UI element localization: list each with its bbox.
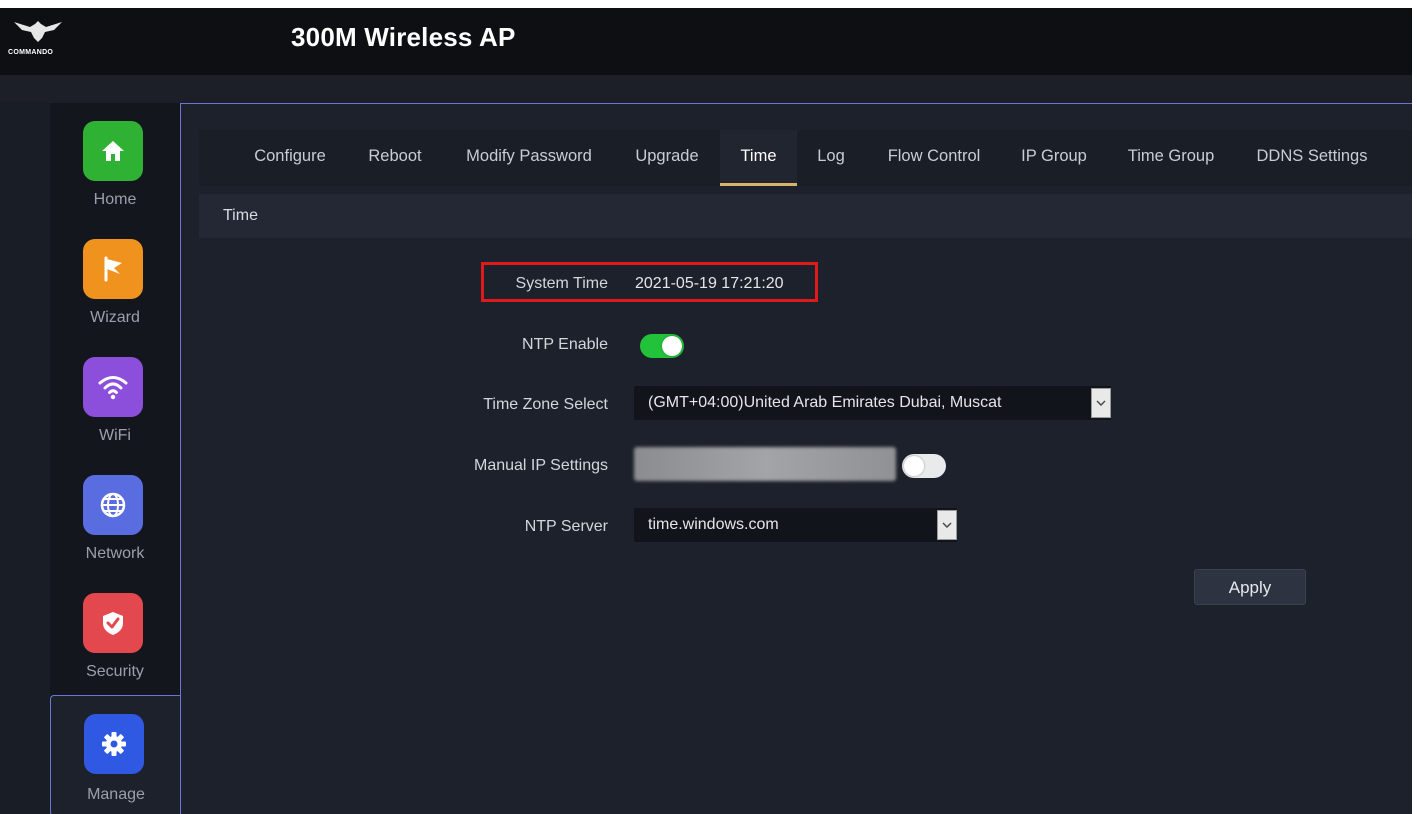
eagle-logo-icon xyxy=(14,21,62,42)
ntp-enable-toggle[interactable] xyxy=(640,334,684,358)
sidebar-item-manage[interactable]: Manage xyxy=(50,695,181,814)
system-time-label: System Time xyxy=(515,275,608,292)
ntp-server-select[interactable]: time.windows.com xyxy=(634,508,957,542)
flag-icon xyxy=(83,239,143,299)
tab-log[interactable]: Log xyxy=(808,130,854,186)
tab-reboot[interactable]: Reboot xyxy=(361,130,429,186)
tab-bar: Configure Reboot Modify Password Upgrade… xyxy=(199,130,1412,186)
timezone-label: Time Zone Select xyxy=(483,396,608,413)
sidebar-item-label: Home xyxy=(93,191,137,208)
tab-ip-group[interactable]: IP Group xyxy=(1012,130,1096,186)
tab-modify-password[interactable]: Modify Password xyxy=(457,130,601,186)
manual-ip-label: Manual IP Settings xyxy=(473,457,608,474)
toggle-knob xyxy=(662,336,682,356)
ntp-server-label: NTP Server xyxy=(524,518,608,535)
sidebar-item-label: Security xyxy=(86,663,144,680)
manual-ip-field-redacted xyxy=(634,447,896,481)
sidebar-item-wifi[interactable]: WiFi xyxy=(50,339,180,457)
logo-text: COMMANDO xyxy=(8,49,54,56)
sidebar-item-security[interactable]: Security xyxy=(50,575,180,693)
timezone-select[interactable]: (GMT+04:00)United Arab Emirates Dubai, M… xyxy=(634,386,1111,420)
sidebar-item-home[interactable]: Home xyxy=(50,103,180,221)
tab-configure[interactable]: Configure xyxy=(247,130,333,186)
sidebar-item-label: Wizard xyxy=(90,309,140,326)
sidebar-item-label: Network xyxy=(85,545,145,562)
tab-time-group[interactable]: Time Group xyxy=(1116,130,1226,186)
sidebar-item-label: Manage xyxy=(87,786,145,803)
timezone-value: (GMT+04:00)United Arab Emirates Dubai, M… xyxy=(648,394,1002,411)
tab-time[interactable]: Time xyxy=(720,130,797,186)
app-frame: COMMANDO 300M Wireless AP Home Wizard Wi… xyxy=(0,8,1412,814)
gear-icon xyxy=(84,714,144,774)
section-title: Time xyxy=(223,207,258,224)
tab-upgrade[interactable]: Upgrade xyxy=(627,130,707,186)
toggle-knob xyxy=(904,456,924,476)
ntp-enable-label: NTP Enable xyxy=(522,336,608,353)
chevron-down-icon[interactable] xyxy=(937,510,957,540)
apply-button[interactable]: Apply xyxy=(1194,569,1306,605)
section-header: Time xyxy=(199,194,1412,238)
sidebar-item-label: WiFi xyxy=(99,427,131,444)
commando-logo: COMMANDO xyxy=(8,16,68,66)
wifi-icon xyxy=(83,357,143,417)
globe-icon xyxy=(83,475,143,535)
sidebar-item-network[interactable]: Network xyxy=(50,457,180,575)
top-bar: COMMANDO 300M Wireless AP xyxy=(0,8,1412,75)
system-time-value: 2021-05-19 17:21:20 xyxy=(635,275,784,292)
tab-flow-control[interactable]: Flow Control xyxy=(874,130,994,186)
header-strip xyxy=(0,75,1412,103)
shield-icon xyxy=(83,593,143,653)
main-panel: Configure Reboot Modify Password Upgrade… xyxy=(180,103,1412,814)
app-title: 300M Wireless AP xyxy=(291,22,516,52)
manual-ip-toggle[interactable] xyxy=(902,454,946,478)
sidebar-item-wizard[interactable]: Wizard xyxy=(50,221,180,339)
tab-ddns-settings[interactable]: DDNS Settings xyxy=(1247,130,1377,186)
chevron-down-icon[interactable] xyxy=(1091,388,1111,418)
sidebar: Home Wizard WiFi Network Security Manage xyxy=(50,103,181,814)
ntp-server-value: time.windows.com xyxy=(648,516,779,533)
home-icon xyxy=(83,121,143,181)
